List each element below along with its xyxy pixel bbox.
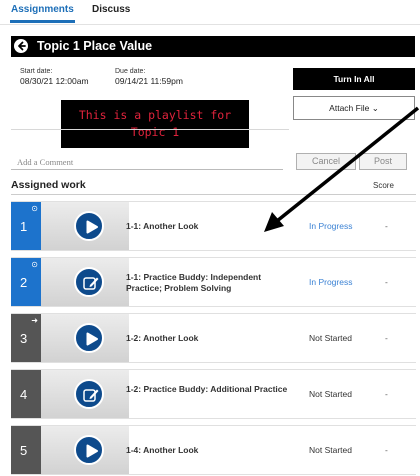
annotation-arrow xyxy=(264,106,420,232)
